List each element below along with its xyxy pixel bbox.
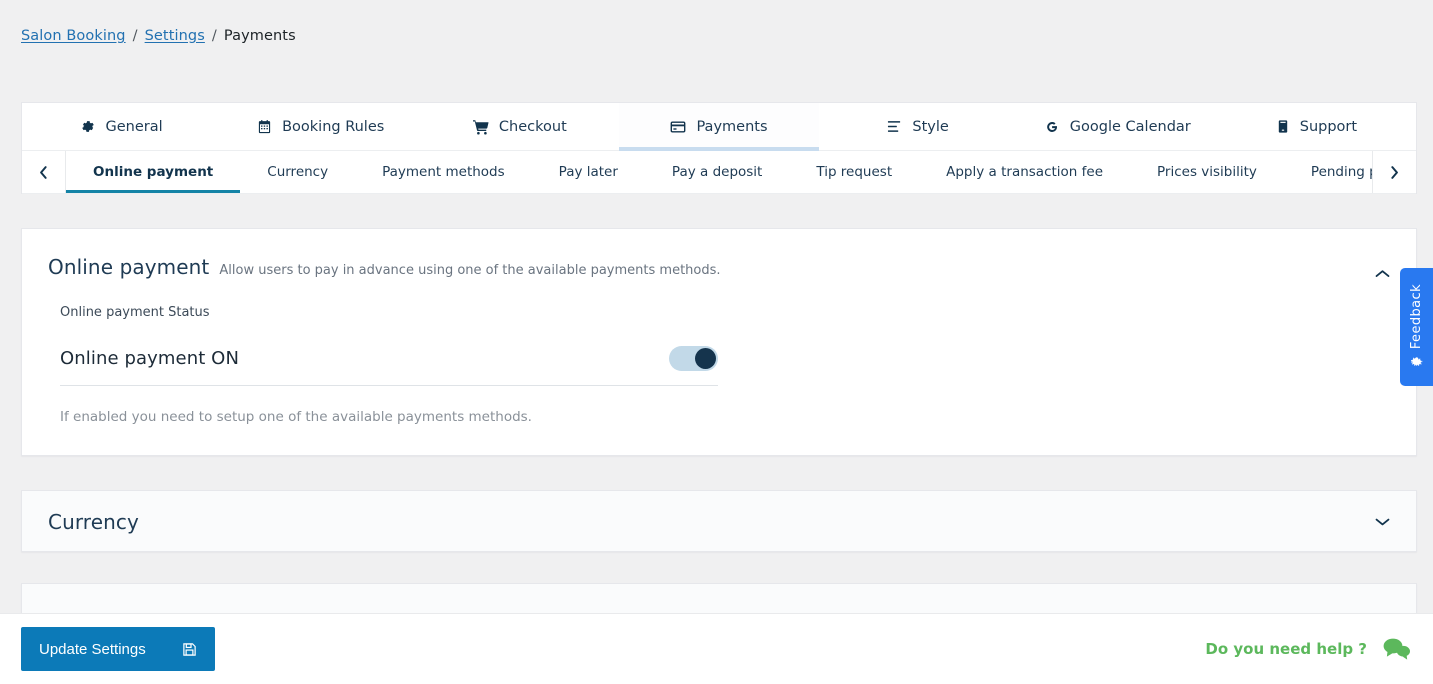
section-title: Online payment <box>48 255 210 279</box>
toggle-knob <box>695 348 716 369</box>
subtab-online-payment[interactable]: Online payment <box>66 151 241 193</box>
subtab-pay-a-deposit[interactable]: Pay a deposit <box>645 151 789 193</box>
online-payment-toggle-label: Online payment ON <box>60 348 240 369</box>
calendar-icon <box>257 119 272 134</box>
feedback-tab[interactable]: Feedback <box>1400 268 1433 386</box>
cart-icon <box>472 119 489 135</box>
breadcrumb: Salon Booking / Settings / Payments <box>21 28 296 44</box>
section-description: Allow users to pay in advance using one … <box>219 263 721 278</box>
feedback-label: Feedback <box>1409 284 1424 350</box>
google-icon <box>1044 119 1060 135</box>
gear-icon <box>80 119 95 134</box>
section-title: Currency <box>48 510 139 534</box>
tab-label: General <box>105 118 163 135</box>
breadcrumb-current: Payments <box>223 28 296 44</box>
subtab-label: Prices visibility <box>1157 164 1257 180</box>
breadcrumb-separator-2: / <box>211 28 217 44</box>
need-help-area[interactable]: Do you need help ? <box>1205 636 1411 662</box>
breadcrumb-separator-1: / <box>132 28 138 44</box>
breadcrumb-link-settings[interactable]: Settings <box>145 28 205 44</box>
subtab-currency[interactable]: Currency <box>240 151 355 193</box>
subtab-payment-methods[interactable]: Payment methods <box>355 151 532 193</box>
subtab-scroll-area: Online payment Currency Payment methods … <box>66 151 1372 193</box>
update-settings-label: Update Settings <box>39 640 146 658</box>
section-body-online-payment: Online payment Status Online payment ON … <box>22 305 1416 425</box>
primary-tab-bar: General Booking Rules Checkout Payments <box>22 103 1416 151</box>
book-icon <box>1276 119 1290 134</box>
subtab-pay-later[interactable]: Pay later <box>532 151 645 193</box>
chevron-right-icon[interactable] <box>1372 151 1416 193</box>
bug-icon <box>1410 356 1424 370</box>
chat-bubbles-icon[interactable] <box>1381 636 1411 662</box>
section-header-currency[interactable]: Currency <box>22 491 1416 553</box>
subtab-tip-request[interactable]: Tip request <box>789 151 919 193</box>
chevron-up-icon[interactable] <box>1375 269 1390 279</box>
tab-label: Payments <box>696 118 768 135</box>
save-icon <box>182 642 197 657</box>
subtab-label: Apply a transaction fee <box>946 164 1104 180</box>
subtab-label: Pay later <box>558 164 618 180</box>
tab-label: Support <box>1299 118 1358 135</box>
sliders-icon <box>887 119 902 134</box>
tab-general[interactable]: General <box>22 103 222 150</box>
secondary-tab-bar: Online payment Currency Payment methods … <box>22 151 1416 194</box>
online-payment-status-label: Online payment Status <box>60 305 210 320</box>
tab-payments[interactable]: Payments <box>619 103 819 151</box>
settings-panel: General Booking Rules Checkout Payments <box>21 102 1417 194</box>
tab-booking-rules[interactable]: Booking Rules <box>221 103 421 150</box>
subtab-label: Pay a deposit <box>671 164 763 180</box>
section-header-online-payment[interactable]: Online payment Allow users to pay in adv… <box>22 229 1416 291</box>
credit-card-icon <box>670 119 686 135</box>
need-help-label: Do you need help ? <box>1205 640 1367 658</box>
section-currency: Currency <box>21 490 1417 552</box>
tab-label: Style <box>912 118 949 135</box>
subtab-label: Online payment <box>93 164 214 180</box>
settings-page: Salon Booking / Settings / Payments Gene… <box>0 0 1433 684</box>
subtab-label: Currency <box>267 164 329 180</box>
tab-style[interactable]: Style <box>818 103 1018 150</box>
online-payment-help-text: If enabled you need to setup one of the … <box>60 409 532 425</box>
tab-google-calendar[interactable]: Google Calendar <box>1017 103 1217 150</box>
update-settings-button[interactable]: Update Settings <box>21 627 215 671</box>
subtab-label: Payment methods <box>382 164 505 180</box>
breadcrumb-link-root[interactable]: Salon Booking <box>21 28 126 44</box>
chevron-down-icon[interactable] <box>1375 517 1390 527</box>
subtab-prices-visibility[interactable]: Prices visibility <box>1130 151 1284 193</box>
subtab-label: Pending payment email <box>1310 164 1372 180</box>
online-payment-toggle[interactable] <box>669 346 718 371</box>
tab-checkout[interactable]: Checkout <box>420 103 620 150</box>
tab-label: Booking Rules <box>282 118 385 135</box>
subtab-apply-a-transaction-fee[interactable]: Apply a transaction fee <box>919 151 1130 193</box>
chevron-left-icon[interactable] <box>22 151 66 193</box>
subtab-pending-payment-email[interactable]: Pending payment email <box>1284 151 1372 193</box>
tab-label: Google Calendar <box>1069 118 1191 135</box>
footer-bar: Update Settings Do you need help ? <box>0 613 1433 684</box>
online-payment-toggle-row: Online payment ON <box>60 332 718 386</box>
tab-support[interactable]: Support <box>1216 103 1416 150</box>
tab-label: Checkout <box>498 118 567 135</box>
subtab-label: Tip request <box>816 164 893 180</box>
section-online-payment: Online payment Allow users to pay in adv… <box>21 228 1417 456</box>
